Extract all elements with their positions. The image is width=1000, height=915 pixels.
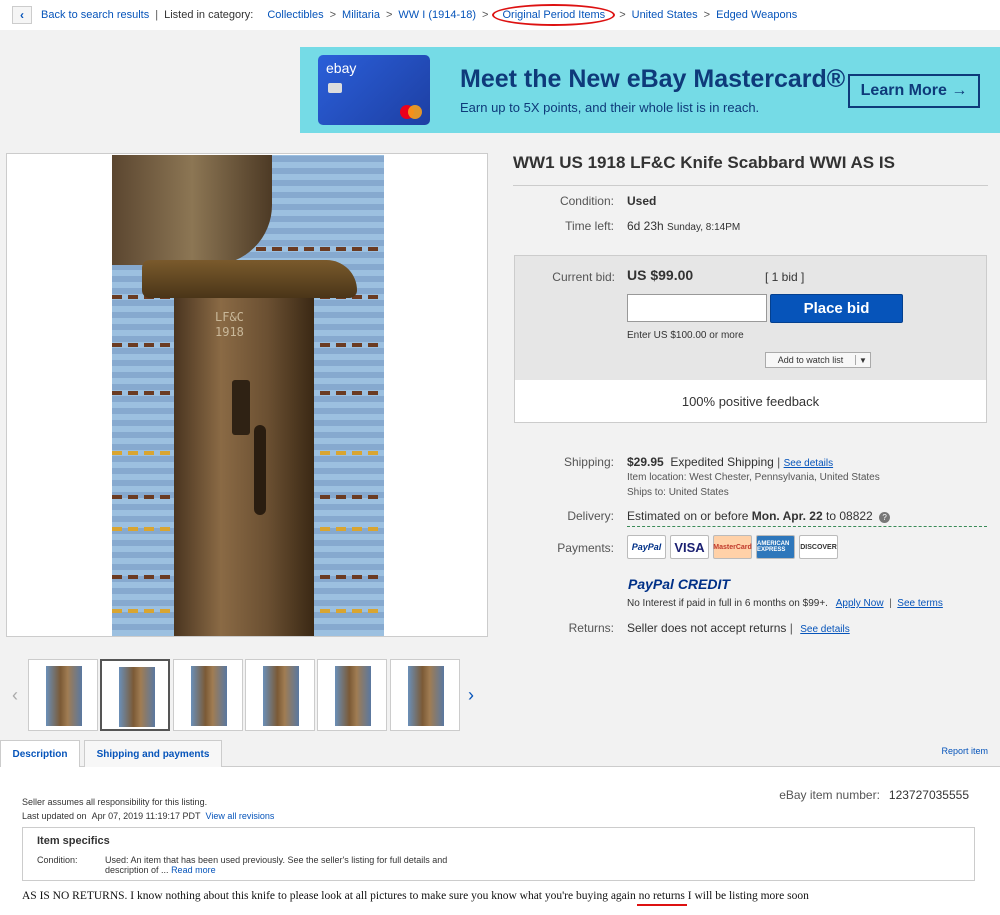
specs-condition-label: Condition: bbox=[37, 855, 78, 865]
current-bid-label: Current bid: bbox=[552, 270, 615, 284]
breadcrumb-militaria[interactable]: Militaria bbox=[342, 9, 380, 21]
discover-icon: DISCOVER bbox=[799, 535, 838, 559]
returns-details-link[interactable]: See details bbox=[800, 624, 849, 635]
learn-more-button[interactable]: Learn More → bbox=[848, 74, 980, 108]
thumbnail[interactable] bbox=[245, 659, 315, 731]
amex-icon: AMERICAN EXPRESS bbox=[756, 535, 795, 559]
back-arrow-icon[interactable]: ‹ bbox=[12, 6, 32, 24]
tab-bar: Description Shipping and payments bbox=[0, 740, 1000, 767]
delivery-label: Delivery: bbox=[567, 509, 614, 523]
item-title: WW1 US 1918 LF&C Knife Scabbard WWI AS I… bbox=[513, 153, 988, 186]
apply-now-link[interactable]: Apply Now bbox=[836, 598, 884, 609]
payments-label: Payments: bbox=[557, 541, 614, 555]
dropdown-arrow-icon[interactable]: ▼ bbox=[856, 356, 870, 365]
chevron-right-icon[interactable]: › bbox=[468, 685, 474, 706]
mastercard-banner[interactable]: ebay Meet the New eBay Mastercard® Earn … bbox=[300, 47, 1000, 133]
returns-label: Returns: bbox=[568, 621, 614, 635]
paypal-credit-text: No Interest if paid in full in 6 months … bbox=[627, 598, 943, 609]
thumbnail-selected[interactable] bbox=[100, 659, 170, 731]
thumbnail[interactable] bbox=[173, 659, 243, 731]
condition-value: Used bbox=[627, 194, 657, 208]
banner-title: Meet the New eBay Mastercard® bbox=[460, 65, 846, 93]
seller-description: AS IS NO RETURNS. I know nothing about t… bbox=[22, 890, 809, 902]
bid-box: Current bid: US $99.00 [ 1 bid ] Place b… bbox=[514, 255, 987, 423]
time-left-label: Time left: bbox=[565, 219, 614, 233]
specs-condition-value: Used: An item that has been used previou… bbox=[105, 855, 448, 875]
shipping-label: Shipping: bbox=[563, 455, 614, 469]
paypal-icon: PayPal bbox=[627, 535, 666, 559]
mastercard-icon: MasterCard bbox=[713, 535, 752, 559]
breadcrumb-original-period-items[interactable]: Original Period Items bbox=[492, 4, 615, 26]
seller-feedback: 100% positive feedback bbox=[681, 393, 820, 409]
responsibility-note: Seller assumes all responsibility for th… bbox=[22, 797, 208, 807]
read-more-link[interactable]: Read more bbox=[171, 865, 216, 875]
item-photo[interactable]: LF&C 1918 bbox=[112, 155, 384, 636]
view-revisions-link[interactable]: View all revisions bbox=[206, 811, 275, 821]
end-time: Sunday, 8:14PM bbox=[667, 222, 741, 233]
item-specifics-title: Item specifics bbox=[37, 835, 110, 847]
bid-amount-input[interactable] bbox=[627, 294, 767, 322]
listed-in-label: Listed in category: bbox=[164, 9, 254, 21]
thumbnail-strip: ‹ › bbox=[6, 657, 488, 732]
description-section: Seller assumes all responsibility for th… bbox=[0, 767, 1000, 915]
condition-label: Condition: bbox=[559, 194, 614, 208]
paypal-credit-logo: PayPal CREDIT bbox=[628, 576, 730, 592]
back-to-search-link[interactable]: Back to search results bbox=[41, 9, 149, 21]
delivery-value: Estimated on or before Mon. Apr. 22 to 0… bbox=[627, 509, 987, 527]
main-image-panel[interactable]: LF&C 1918 bbox=[6, 153, 488, 637]
breadcrumb-united-states[interactable]: United States bbox=[632, 9, 698, 21]
card-brand-logo: ebay bbox=[326, 60, 357, 76]
chevron-left-icon[interactable]: ‹ bbox=[12, 685, 18, 706]
bid-count-link[interactable]: [ 1 bid ] bbox=[765, 270, 804, 284]
mastercard-logo-icon bbox=[400, 105, 422, 119]
thumbnail[interactable] bbox=[317, 659, 387, 731]
item-number: eBay item number: 123727035555 bbox=[779, 788, 969, 802]
shipping-details-link[interactable]: See details bbox=[784, 458, 833, 469]
credit-card-image: ebay bbox=[318, 55, 430, 125]
highlighted-no-returns: no returns bbox=[638, 890, 685, 902]
card-chip-icon bbox=[328, 83, 342, 93]
time-left-value: 6d 23h Sunday, 8:14PM bbox=[627, 219, 741, 233]
breadcrumb-separator: > bbox=[329, 9, 337, 21]
breadcrumb-separator: > bbox=[385, 9, 393, 21]
report-item-link[interactable]: Report item bbox=[941, 746, 988, 756]
tab-description[interactable]: Description bbox=[0, 740, 80, 767]
scabbard-marking: LF&C 1918 bbox=[215, 310, 244, 339]
visa-icon: VISA bbox=[670, 535, 709, 559]
divider: | bbox=[155, 9, 159, 21]
thumbnail[interactable] bbox=[390, 659, 460, 731]
help-icon[interactable]: ? bbox=[879, 512, 891, 523]
breadcrumb-edged-weapons[interactable]: Edged Weapons bbox=[716, 9, 797, 21]
see-terms-link[interactable]: See terms bbox=[897, 598, 943, 609]
payment-methods: PayPal VISA MasterCard AMERICAN EXPRESS … bbox=[627, 535, 838, 559]
breadcrumb-separator: > bbox=[619, 9, 626, 21]
shipping-value: $29.95 Expedited Shipping | See details bbox=[627, 455, 834, 469]
breadcrumb-separator: > bbox=[482, 9, 489, 21]
last-updated: Last updated on Apr 07, 2019 11:19:17 PD… bbox=[22, 811, 275, 821]
breadcrumb-collectibles[interactable]: Collectibles bbox=[267, 9, 323, 21]
breadcrumb: ‹ Back to search results | Listed in cat… bbox=[0, 0, 1000, 30]
item-location: Item location: West Chester, Pennsylvani… bbox=[627, 472, 880, 483]
item-specifics: Item specifics Condition: Used: An item … bbox=[22, 827, 975, 881]
thumbnail[interactable] bbox=[28, 659, 98, 731]
breadcrumb-separator: > bbox=[703, 9, 711, 21]
ships-to: Ships to: United States bbox=[627, 487, 729, 498]
add-to-watch-list-button[interactable]: Add to watch list ▼ bbox=[765, 352, 871, 368]
breadcrumb-ww1[interactable]: WW I (1914-18) bbox=[398, 9, 476, 21]
banner-subtitle: Earn up to 5X points, and their whole li… bbox=[460, 100, 760, 115]
returns-value: Seller does not accept returns | See det… bbox=[627, 621, 850, 635]
current-bid-price: US $99.00 bbox=[627, 267, 694, 283]
place-bid-button[interactable]: Place bid bbox=[770, 294, 903, 323]
bid-hint: Enter US $100.00 or more bbox=[627, 330, 744, 341]
tab-shipping-and-payments[interactable]: Shipping and payments bbox=[84, 740, 222, 767]
